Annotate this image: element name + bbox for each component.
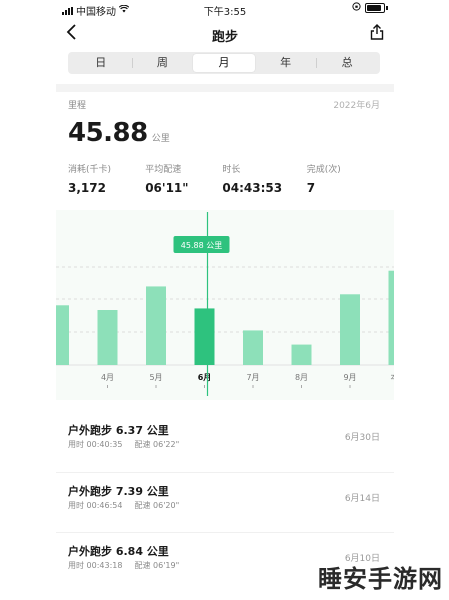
- distance-unit: 公里: [151, 134, 170, 144]
- list-item[interactable]: 户外跑步 6.37 公里 用时 00:40:35 配速 06'22" 6月30日: [56, 412, 394, 472]
- x-tick-label: 5月: [149, 373, 162, 382]
- record-title: 户外跑步 6.37 公里: [68, 424, 169, 437]
- record-duration: 用时 00:46:54: [68, 501, 123, 510]
- record-meta: 用时 00:46:54 配速 06'20": [68, 500, 179, 511]
- stats-row: 消耗(千卡) 3,172 平均配速 06'11" 时长 04:43:53 完成(…: [68, 162, 384, 195]
- record-duration: 用时 00:40:35: [68, 440, 123, 449]
- stat-calories: 消耗(千卡) 3,172: [68, 162, 145, 195]
- status-bar: 中国移动 下午3:55: [56, 0, 394, 18]
- stat-value: 3,172: [68, 181, 106, 195]
- record-meta: 用时 00:43:18 配速 06'19": [68, 560, 179, 571]
- status-right: [352, 2, 388, 14]
- page-title: 跑步: [211, 30, 238, 45]
- record-meta: 用时 00:40:35 配速 06'22": [68, 439, 179, 450]
- stat-pace: 平均配速 06'11": [145, 162, 222, 195]
- stat-label: 消耗(千卡): [68, 165, 112, 175]
- stat-value: 06'11": [145, 181, 189, 195]
- record-pace: 配速 06'22": [134, 440, 180, 449]
- stat-label: 完成(次): [306, 165, 341, 175]
- bar: [243, 330, 263, 365]
- record-date: 6月14日: [344, 494, 380, 504]
- watermark: 睡安手游网: [318, 565, 443, 593]
- record-date: 6月30日: [344, 433, 380, 443]
- stat-count: 完成(次) 7: [307, 162, 384, 195]
- bar: [291, 344, 312, 365]
- period-tabs: 日 周 月 年 总: [68, 52, 380, 74]
- stat-label: 平均配速: [145, 165, 182, 175]
- period-date: 2022年6月: [333, 101, 380, 111]
- stat-label: 时长: [222, 165, 241, 175]
- nav-bar: 跑步: [56, 20, 394, 48]
- app-screen: 中国移动 下午3:55 跑步 日 周 月 年 总 里程 2022年6月 45.8…: [56, 0, 394, 600]
- monthly-distance-chart[interactable]: 4月 5月 6月 7月 8月 9月 本月 45.88 公里: [56, 210, 394, 400]
- battery-icon: [365, 3, 385, 13]
- distance-label: 里程: [68, 101, 87, 111]
- distance-value: 45.88: [68, 118, 148, 148]
- x-tick-label: 8月: [295, 373, 308, 382]
- tab-month[interactable]: 月: [193, 54, 255, 72]
- stat-value: 7: [306, 181, 316, 195]
- bar: [340, 294, 360, 365]
- record-pace: 配速 06'19": [134, 561, 180, 570]
- x-tick-label: 本月: [391, 372, 395, 382]
- x-tick-label: 7月: [246, 373, 259, 382]
- bar-selected: [194, 308, 215, 365]
- share-button[interactable]: [370, 24, 384, 44]
- list-item[interactable]: 户外跑步 7.39 公里 用时 00:46:54 配速 06'20" 6月14日: [56, 472, 394, 532]
- orientation-lock-icon: [352, 2, 361, 14]
- tab-day[interactable]: 日: [70, 54, 132, 72]
- battery-cap: [386, 6, 388, 10]
- bar: [97, 310, 118, 365]
- section-divider: [56, 84, 394, 92]
- tab-week[interactable]: 周: [131, 54, 194, 72]
- bar: [388, 270, 394, 365]
- record-duration: 用时 00:43:18: [68, 561, 123, 570]
- share-icon: [370, 24, 384, 40]
- record-title: 户外跑步 6.84 公里: [68, 545, 169, 558]
- chart-canvas: 4月 5月 6月 7月 8月 9月 本月 45.88 公里: [56, 212, 395, 396]
- x-tick-label: 6月: [198, 373, 212, 382]
- x-tick-label: 9月: [343, 373, 356, 382]
- record-pace: 配速 06'20": [134, 501, 180, 510]
- bar: [56, 305, 69, 365]
- x-tick-label: 4月: [101, 373, 114, 382]
- stat-duration: 时长 04:43:53: [222, 162, 306, 195]
- status-time: 下午3:55: [203, 7, 247, 18]
- tooltip-label: 45.88 公里: [181, 241, 222, 250]
- tab-total[interactable]: 总: [316, 54, 378, 72]
- tab-year[interactable]: 年: [255, 54, 317, 72]
- stat-value: 04:43:53: [222, 181, 283, 195]
- record-title: 户外跑步 7.39 公里: [68, 485, 169, 498]
- bar: [146, 286, 166, 365]
- distance-total: 45.88 公里: [68, 118, 170, 148]
